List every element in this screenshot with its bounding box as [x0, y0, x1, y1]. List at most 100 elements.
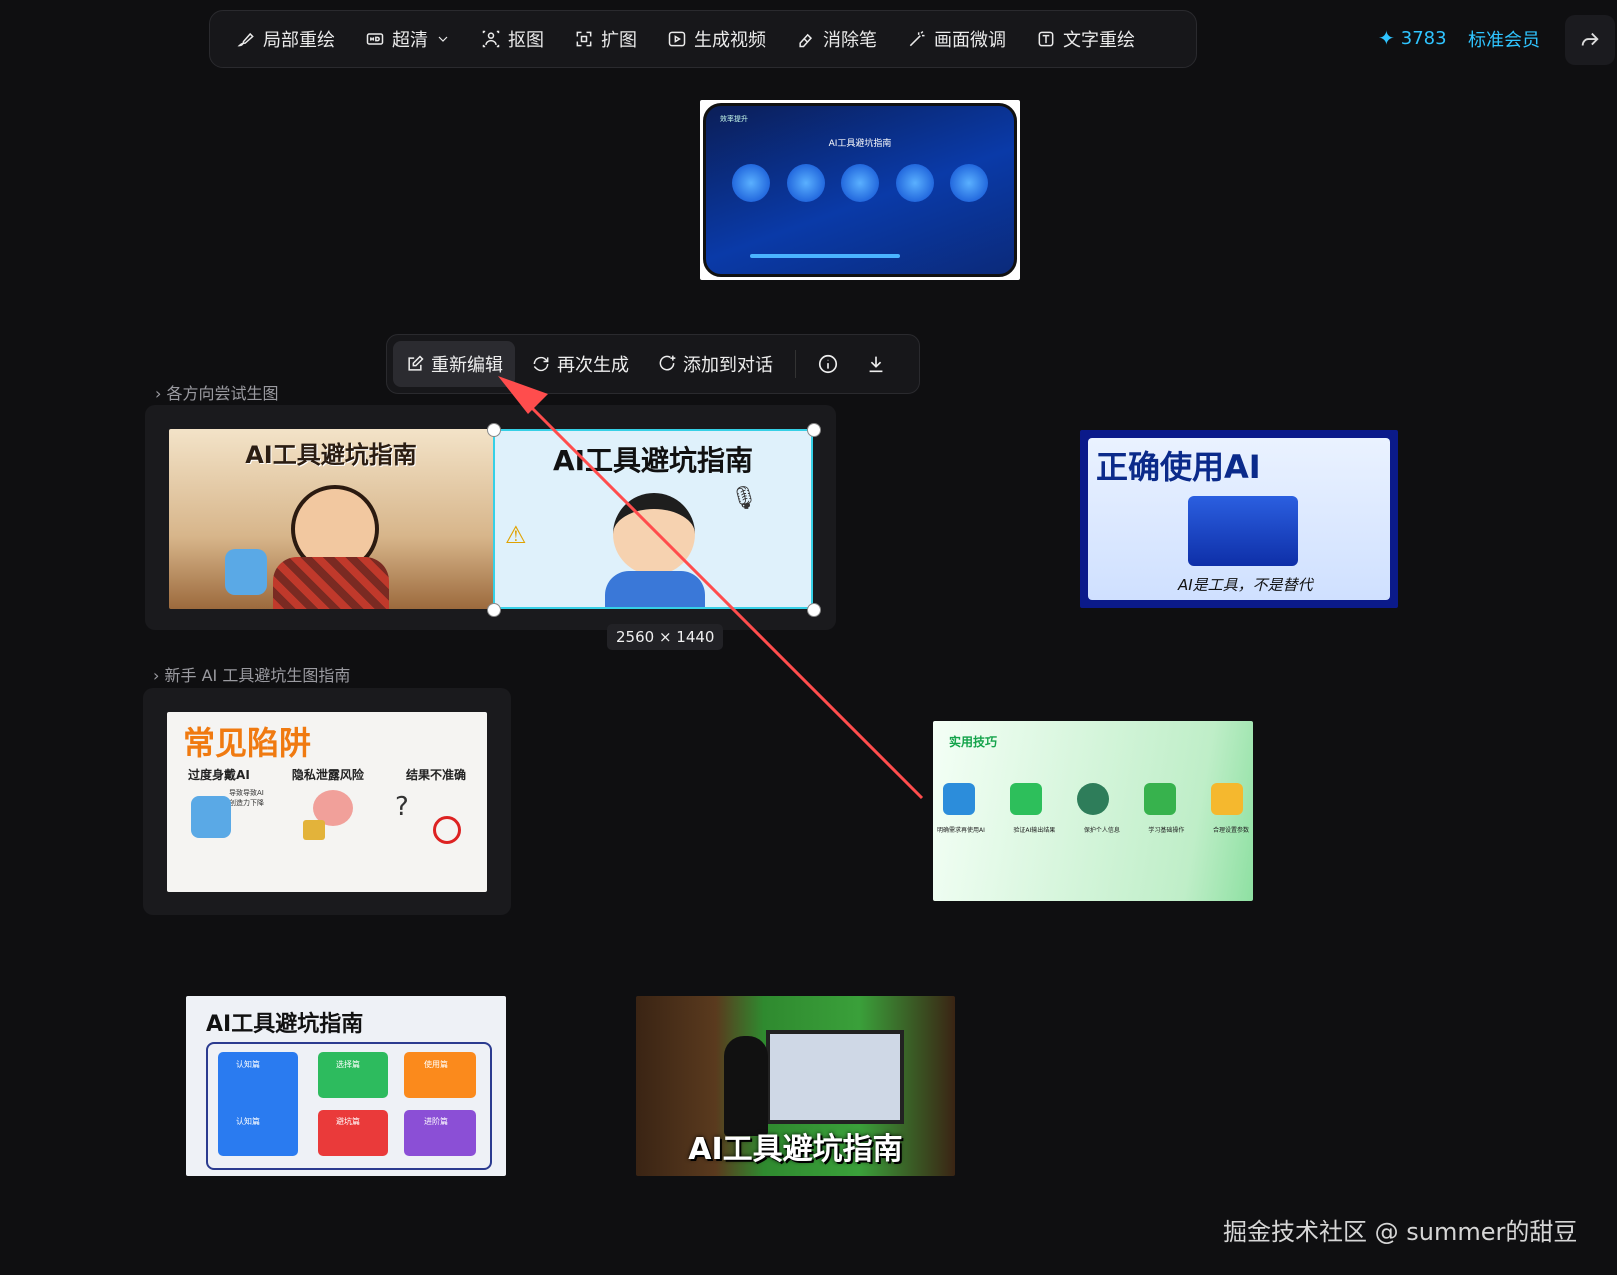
boy-face [613, 493, 695, 575]
flow-box-label: 避坑篇 [336, 1117, 360, 1126]
download-button[interactable] [854, 342, 898, 386]
feature-circle [732, 164, 770, 202]
edit-icon [408, 355, 424, 371]
phone-title: AI工具避坑指南 [828, 139, 892, 149]
resize-handle-br[interactable] [807, 603, 821, 617]
robot-figure [225, 549, 267, 595]
phone-app-name: 效率提升 [720, 115, 748, 123]
refresh-icon [533, 356, 549, 372]
image-action-bar: 重新编辑 再次生成 添加到对话 [386, 334, 920, 394]
feature-circle [841, 164, 879, 202]
membership-link[interactable]: 标准会员 [1468, 26, 1540, 52]
magic-wand-icon [909, 30, 925, 47]
image-title: AI工具避坑指南 [688, 1132, 903, 1167]
warning-icon: ⚠ [505, 521, 527, 549]
chevron-down-icon [438, 36, 448, 42]
tool-expand[interactable]: 扩图 [562, 19, 649, 59]
image-title: 常见陷阱 [183, 724, 312, 762]
boy-shirt [605, 571, 705, 607]
image-title: AI工具避坑指南 [245, 441, 417, 469]
tip-icon [1077, 783, 1109, 815]
monitor-screen [766, 1030, 904, 1124]
info-icon [818, 354, 838, 374]
image-dimensions-label: 2560 × 1440 [607, 624, 724, 650]
tip-label: 合理设置参数 [1212, 827, 1249, 834]
image-practical-tips[interactable]: 实用技巧 明确需求再使用AI 验证AI输出结果 保护个人信息 学习基础操作 合理… [933, 721, 1253, 901]
text-box-icon [1038, 31, 1054, 47]
add-chat-icon [659, 355, 676, 371]
reedit-button[interactable]: 重新编辑 [393, 341, 515, 387]
phone-slider [750, 254, 900, 258]
top-toolbar: 局部重绘 超清 抠图 扩图 生成视频 消除笔 画面微调 文字重绘 [209, 10, 1197, 68]
tool-inpaint[interactable]: 局部重绘 [224, 19, 347, 59]
resize-handle-tr[interactable] [807, 423, 821, 437]
microphone-icon: 🎙 [730, 486, 758, 511]
group-label-1[interactable]: › 各方向尝试生图 [155, 380, 279, 404]
tool-cutout[interactable]: 抠图 [469, 19, 556, 59]
feature-circle [950, 164, 988, 202]
download-icon [869, 356, 883, 373]
tool-hd[interactable]: 超清 [353, 19, 463, 59]
image-phone-mockup[interactable]: 效率提升 AI工具避坑指南 [700, 100, 1020, 280]
warning-icon [433, 816, 461, 844]
question-icon: ? [395, 792, 409, 822]
image-title: AI工具避坑指南 [552, 444, 754, 477]
resize-handle-tl[interactable] [487, 423, 501, 437]
hd-icon [366, 33, 384, 45]
tool-eraser[interactable]: 消除笔 [784, 19, 889, 59]
brush-icon [237, 32, 254, 47]
image-studio-scene[interactable]: AI工具避坑指南 [636, 996, 955, 1176]
flow-box-label: 选择篇 [336, 1060, 360, 1069]
pitfall-col: 过度身戴AI [188, 768, 250, 782]
feature-circle [895, 164, 934, 202]
image-common-pitfalls[interactable]: 常见陷阱 过度身戴AI 隐私泄露风险 结果不准确 导致导致AI 创造力下降 ? [167, 712, 487, 892]
eraser-icon [799, 33, 813, 48]
feature-circle [786, 164, 825, 202]
cutout-person-icon [482, 30, 500, 48]
sparkle-icon: ✦ [1378, 26, 1395, 50]
expand-icon [576, 31, 592, 47]
resize-handle-bl[interactable] [487, 603, 501, 617]
pitfall-sub: 导致导致AI 创造力下降 [229, 789, 264, 807]
tip-icon [1211, 783, 1243, 815]
watermark: 掘金技术社区 @ summer的甜豆 [1223, 1218, 1578, 1246]
credits[interactable]: ✦ 3783 [1378, 26, 1447, 50]
chevron-right-icon: › [155, 384, 162, 403]
image-cartoon-boy-icons[interactable]: AI工具避坑指南 ⚠ 🎙 [493, 429, 813, 609]
boy-shirt [273, 557, 389, 609]
info-button[interactable] [806, 342, 850, 386]
robot-icon [191, 796, 231, 838]
image-title: AI工具避坑指南 [206, 1012, 364, 1037]
pitfall-col: 隐私泄露风险 [291, 768, 364, 782]
flow-box-label: 认知篇 [236, 1117, 260, 1126]
tip-icon [1010, 783, 1042, 815]
tool-text-redraw[interactable]: 文字重绘 [1024, 19, 1147, 59]
lock-icon [303, 820, 325, 840]
flow-box-label: 使用篇 [424, 1060, 448, 1069]
group-label-2[interactable]: › 新手 AI 工具避坑生图指南 [153, 662, 350, 686]
tip-label: 学习基础操作 [1148, 827, 1185, 834]
scale-figure [1188, 496, 1298, 566]
tip-label: 验证AI输出结果 [1013, 827, 1056, 834]
regenerate-button[interactable]: 再次生成 [519, 341, 641, 387]
image-flow-guide[interactable]: AI工具避坑指南 认知篇 选择篇 使用篇 认知篇 避坑篇 进阶篇 [186, 996, 506, 1176]
share-button[interactable] [1565, 15, 1615, 65]
image-title: 正确使用AI [1096, 448, 1261, 486]
share-icon [1581, 32, 1599, 46]
image-title: 实用技巧 [949, 735, 998, 749]
tip-icon [1144, 783, 1176, 815]
tool-video[interactable]: 生成视频 [655, 19, 778, 59]
tip-label: 保护个人信息 [1083, 827, 1120, 834]
add-to-chat-button[interactable]: 添加到对话 [645, 341, 785, 387]
image-cartoon-boy-desk[interactable]: AI工具避坑指南 [169, 429, 493, 609]
chevron-right-icon: › [153, 666, 160, 685]
flow-box-label: 认知篇 [236, 1060, 260, 1069]
divider [795, 350, 796, 378]
image-correct-use-ai[interactable]: 正确使用AI AI是工具，不是替代 [1080, 430, 1398, 608]
tool-finetune[interactable]: 画面微调 [895, 19, 1018, 59]
presenter-silhouette [724, 1036, 768, 1136]
tip-label: 明确需求再使用AI [937, 827, 985, 834]
play-icon [668, 31, 686, 47]
flow-box-label: 进阶篇 [424, 1117, 448, 1126]
tip-icon [943, 783, 975, 815]
